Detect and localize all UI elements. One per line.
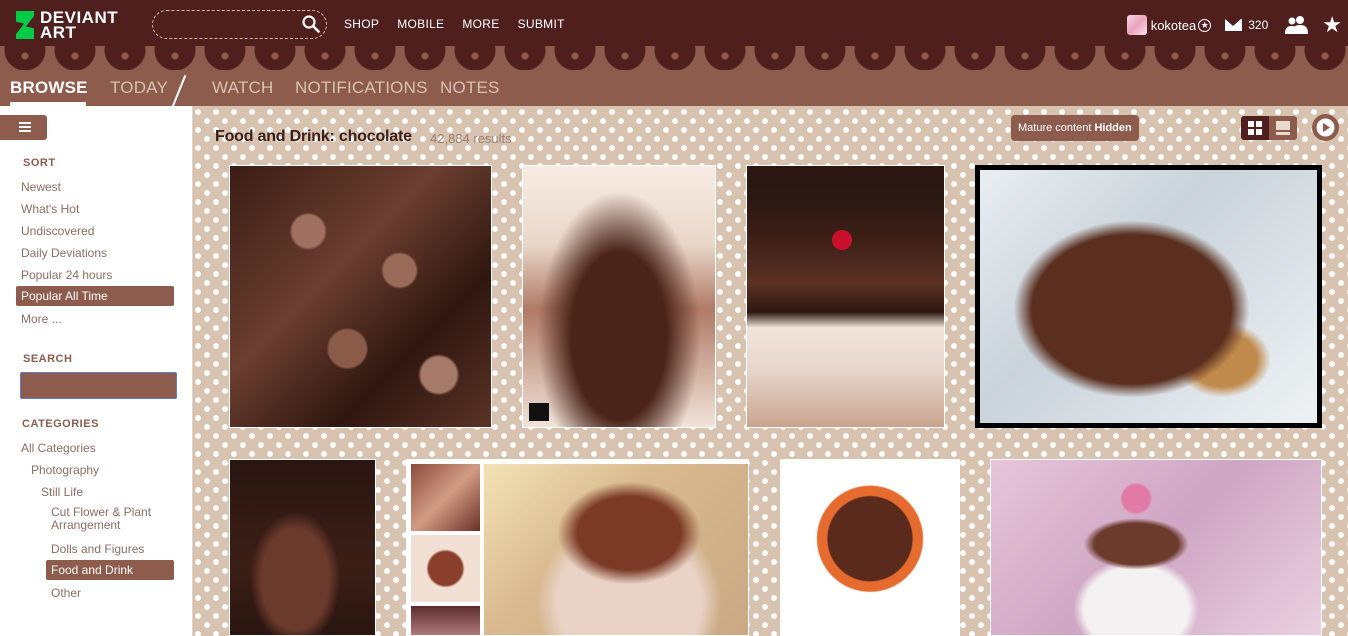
- collage-image: [411, 535, 480, 602]
- user-controls: kokotea ★ 320 ★: [1126, 12, 1348, 38]
- deviation-thumb[interactable]: [522, 165, 716, 428]
- sub-nav: BROWSE TODAY WATCH NOTIFICATIONS NOTES: [0, 70, 1348, 108]
- deviation-thumb[interactable]: [780, 459, 960, 636]
- gallery-area: Food and Drink: chocolate 42,884 results…: [194, 106, 1348, 636]
- watermark-logo: [529, 403, 549, 421]
- mail-icon[interactable]: [1225, 19, 1243, 31]
- favourites-star-icon[interactable]: ★: [1322, 14, 1342, 36]
- sidebar: SORT Newest What's Hot Undiscovered Dail…: [0, 106, 193, 636]
- nav-submit[interactable]: SUBMIT: [518, 17, 565, 31]
- logo-text: DEVIANT ART: [40, 9, 118, 42]
- category-other[interactable]: Other: [51, 585, 81, 601]
- username[interactable]: kokotea: [1151, 18, 1197, 33]
- deviantart-logo[interactable]: DEVIANT ART: [14, 9, 118, 41]
- search-heading: SEARCH: [23, 353, 73, 365]
- nav-shop[interactable]: SHOP: [344, 17, 379, 31]
- deviation-thumb[interactable]: [990, 459, 1322, 636]
- collage-main-image: [484, 464, 748, 635]
- tab-browse[interactable]: BROWSE: [10, 78, 88, 98]
- sort-heading: SORT: [23, 157, 56, 169]
- collage-image: [411, 464, 480, 531]
- mature-value: Hidden: [1094, 122, 1132, 134]
- nav-mobile[interactable]: MOBILE: [397, 17, 444, 31]
- categories-heading: CATEGORIES: [22, 418, 99, 430]
- grid-view-icon: [1248, 121, 1262, 135]
- list-view-icon: [1276, 121, 1290, 135]
- friends-icon[interactable]: [1284, 15, 1310, 35]
- category-cut-flower[interactable]: Cut Flower & Plant Arrangement: [51, 506, 171, 532]
- top-bar: DEVIANT ART SHOP MOBILE MORE SUBMIT koko…: [0, 0, 1348, 50]
- tab-watch[interactable]: WATCH: [212, 78, 273, 98]
- cherry: [832, 230, 852, 250]
- grid-view-button[interactable]: [1241, 116, 1269, 140]
- divider: [171, 74, 187, 108]
- deviation-thumb[interactable]: [746, 165, 945, 428]
- mature-label: Mature content: [1018, 122, 1092, 134]
- sort-more[interactable]: More ...: [21, 311, 62, 327]
- sidebar-menu-button[interactable]: [0, 115, 47, 140]
- tab-notes[interactable]: NOTES: [440, 78, 500, 98]
- sort-popular-24h[interactable]: Popular 24 hours: [21, 267, 112, 283]
- mail-count[interactable]: 320: [1248, 18, 1268, 32]
- category-dolls-figures[interactable]: Dolls and Figures: [51, 541, 144, 557]
- list-view-button[interactable]: [1269, 116, 1297, 140]
- play-icon: [1316, 118, 1335, 137]
- deviantart-logo-icon: [14, 9, 36, 41]
- header-search-input[interactable]: [152, 10, 327, 39]
- category-all[interactable]: All Categories: [21, 440, 96, 456]
- sidebar-search-input[interactable]: [20, 372, 177, 399]
- avatar[interactable]: [1126, 15, 1147, 35]
- results-count: 42,884 results: [430, 131, 512, 146]
- slideshow-button[interactable]: [1312, 114, 1339, 141]
- search-icon[interactable]: [302, 15, 320, 33]
- tab-notifications[interactable]: NOTIFICATIONS: [295, 78, 428, 98]
- category-food-drink[interactable]: Food and Drink: [46, 560, 174, 580]
- page-title: Food and Drink: chocolate: [215, 128, 412, 145]
- nav-more[interactable]: MORE: [462, 17, 499, 31]
- collage-image: [411, 606, 480, 635]
- deviation-thumb[interactable]: [975, 165, 1322, 428]
- category-still-life[interactable]: Still Life: [41, 484, 83, 500]
- tab-today[interactable]: TODAY: [110, 78, 168, 98]
- deviation-thumb[interactable]: [229, 165, 492, 428]
- core-badge-icon: ★: [1198, 18, 1212, 32]
- logo-text-line2: ART: [40, 23, 77, 42]
- sort-daily-deviations[interactable]: Daily Deviations: [21, 245, 107, 261]
- sort-whats-hot[interactable]: What's Hot: [21, 201, 79, 217]
- deviation-thumb[interactable]: [229, 459, 376, 636]
- sort-newest[interactable]: Newest: [21, 179, 61, 195]
- deviation-collage[interactable]: [406, 459, 749, 636]
- sort-undiscovered[interactable]: Undiscovered: [21, 223, 94, 239]
- category-photography[interactable]: Photography: [31, 462, 99, 478]
- header-nav: SHOP MOBILE MORE SUBMIT: [344, 17, 583, 31]
- mature-content-toggle[interactable]: Mature content Hidden: [1011, 115, 1139, 141]
- sort-popular-all-time[interactable]: Popular All Time: [16, 286, 174, 306]
